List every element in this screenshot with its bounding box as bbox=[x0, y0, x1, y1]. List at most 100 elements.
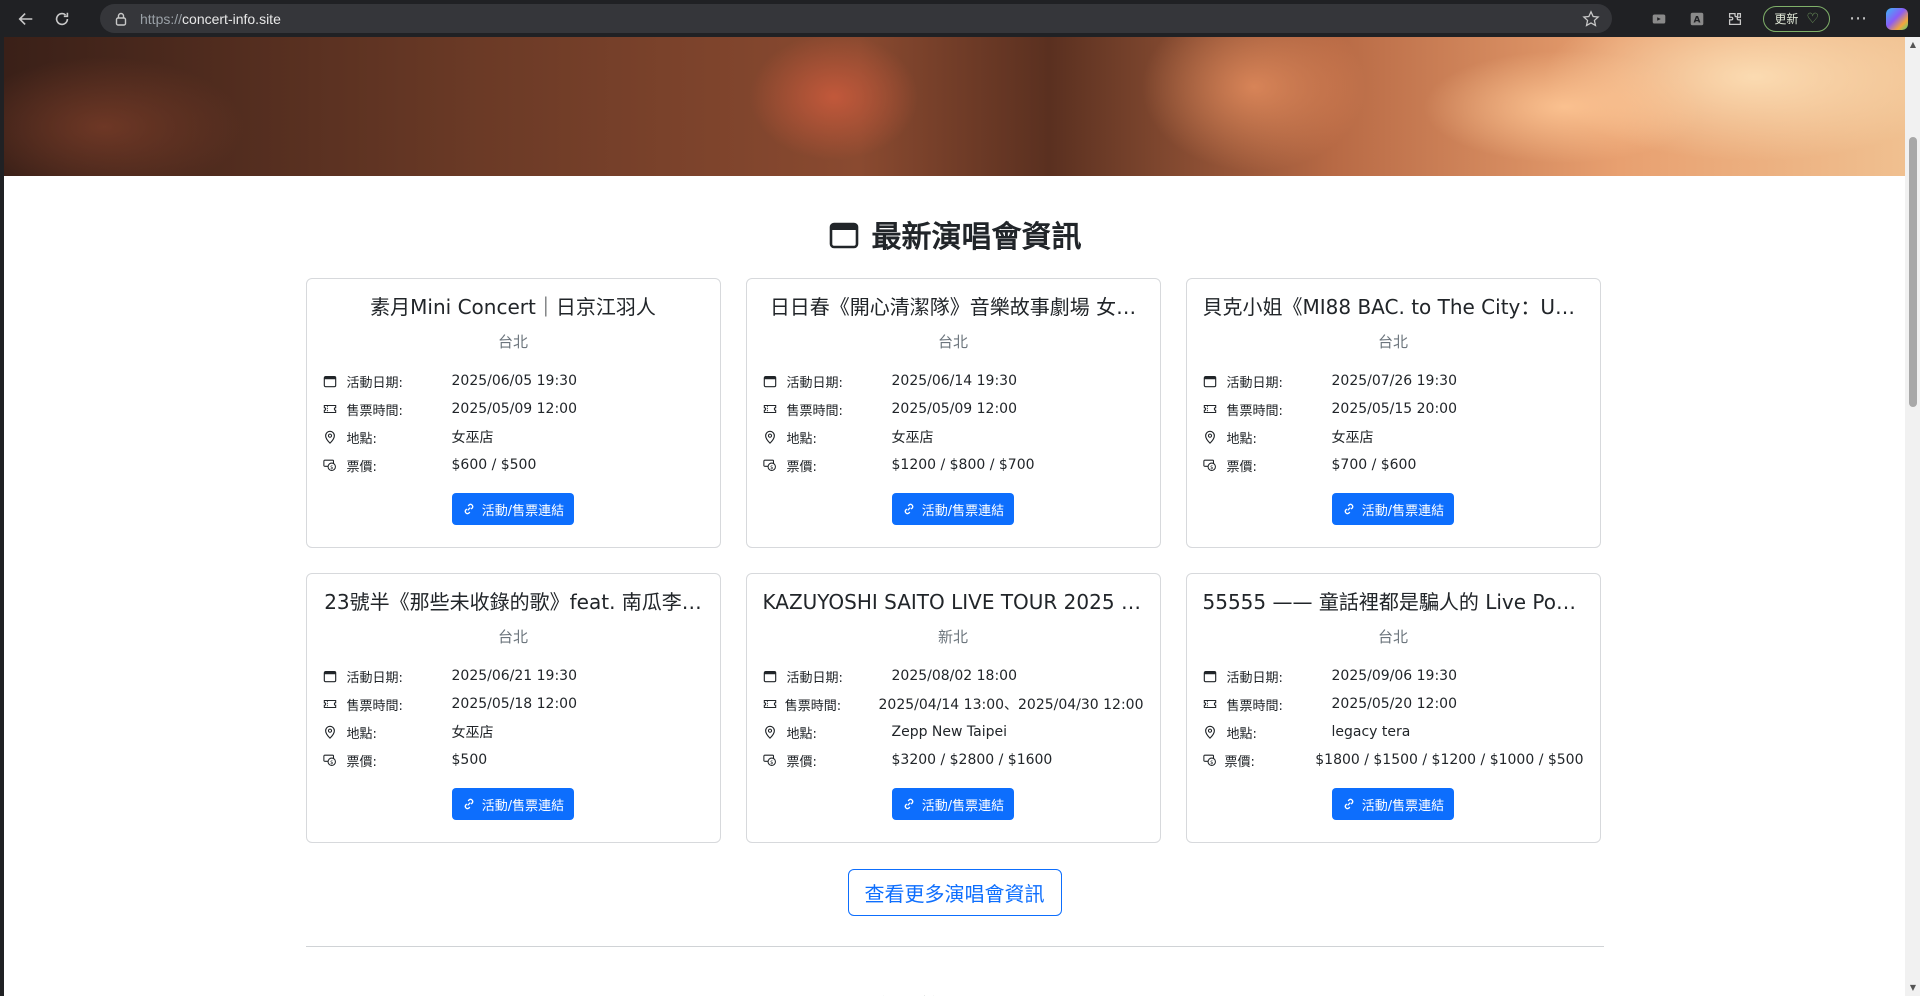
price-value: $700 / $600 bbox=[1331, 457, 1417, 473]
date-value: 2025/09/06 19:30 bbox=[1331, 668, 1458, 684]
price-value: $1200 / $800 / $700 bbox=[891, 457, 1035, 473]
venue-value: Zepp New Taipei bbox=[891, 724, 1008, 740]
scroll-up-icon[interactable]: ▲ bbox=[1909, 41, 1917, 49]
main-container: 最新演唱會資訊 素月Mini Concert｜日京江羽人 台北 活動日期: 20… bbox=[305, 216, 1604, 996]
url-text[interactable]: https://concert-info.site bbox=[140, 11, 281, 27]
ticket-link-button[interactable]: 活動/售票連結 bbox=[451, 493, 575, 525]
calendar-icon bbox=[763, 373, 779, 389]
money-icon: $ bbox=[1202, 457, 1219, 473]
concert-card: 23號半《那些未收錄的歌》feat. 南瓜李… 台北 活動日期: 2025/06… bbox=[305, 573, 721, 843]
price-value: $500 bbox=[451, 752, 488, 768]
ticket-link-button[interactable]: 活動/售票連結 bbox=[891, 493, 1015, 525]
translate-icon[interactable]: A bbox=[1687, 9, 1707, 29]
calendar-icon bbox=[323, 373, 339, 389]
ticket-link-button[interactable]: 活動/售票連結 bbox=[1331, 788, 1455, 820]
ticket-link-label: 活動/售票連結 bbox=[1361, 503, 1445, 519]
date-row: 活動日期: 2025/06/14 19:30 bbox=[763, 367, 1144, 395]
svg-text:$: $ bbox=[330, 760, 333, 766]
media-icon[interactable] bbox=[1649, 9, 1669, 29]
sale-value: 2025/05/18 12:00 bbox=[451, 696, 578, 712]
concert-title[interactable]: 55555 —— 童話裡都是騙人的 Live Pod… bbox=[1203, 588, 1584, 616]
price-label: 票價: bbox=[786, 754, 817, 770]
date-row: 活動日期: 2025/08/02 18:00 bbox=[763, 662, 1144, 690]
venue-value: 女巫店 bbox=[451, 430, 494, 446]
price-row: $ 票價: $500 bbox=[322, 746, 704, 774]
section-divider bbox=[305, 946, 1604, 947]
venue-label: 地點: bbox=[786, 726, 817, 742]
reload-icon[interactable] bbox=[44, 0, 80, 37]
scrollbar[interactable]: ▲ ▼ bbox=[1905, 37, 1920, 996]
ticket-link-button[interactable]: 活動/售票連結 bbox=[451, 788, 575, 820]
sale-label: 售票時間: bbox=[346, 698, 403, 714]
scroll-down-icon[interactable]: ▼ bbox=[1909, 984, 1917, 992]
browser-toolbar: https://concert-info.site A 更新 ♡ ⋯ bbox=[0, 0, 1920, 37]
sale-row: 售票時間: 2025/05/09 12:00 bbox=[763, 395, 1144, 423]
concert-card: 貝克小姐《MI88 BAC. to The City：UN… 台北 活動日期: … bbox=[1185, 278, 1601, 548]
venue-label: 地點: bbox=[1226, 431, 1257, 447]
link-icon bbox=[904, 798, 914, 810]
update-button[interactable]: 更新 ♡ bbox=[1763, 5, 1830, 32]
price-value: $3200 / $2800 / $1600 bbox=[891, 752, 1053, 768]
sale-row: 售票時間: 2025/05/15 20:00 bbox=[1203, 395, 1584, 423]
concert-card: 日日春《開心清潔隊》音樂故事劇場 女… 台北 活動日期: 2025/06/14 … bbox=[745, 278, 1161, 548]
more-menu-icon[interactable]: ⋯ bbox=[1848, 8, 1868, 29]
sale-row: 售票時間: 2025/05/20 12:00 bbox=[1203, 690, 1584, 718]
venue-row: 地點: 女巫店 bbox=[1203, 423, 1584, 451]
bookmark-star-icon[interactable] bbox=[1582, 10, 1600, 28]
sale-label: 售票時間: bbox=[786, 403, 843, 419]
venue-row: 地點: 女巫店 bbox=[763, 423, 1144, 451]
venue-label: 地點: bbox=[346, 431, 377, 447]
sale-label: 售票時間: bbox=[1226, 698, 1283, 714]
svg-text:A: A bbox=[1694, 15, 1701, 25]
concert-card-grid: 素月Mini Concert｜日京江羽人 台北 活動日期: 2025/06/05… bbox=[305, 278, 1604, 843]
concert-title[interactable]: 日日春《開心清潔隊》音樂故事劇場 女… bbox=[763, 293, 1144, 321]
sale-row: 售票時間: 2025/05/09 12:00 bbox=[323, 395, 704, 423]
price-row: $ 票價: $700 / $600 bbox=[1202, 451, 1584, 479]
concert-title[interactable]: 素月Mini Concert｜日京江羽人 bbox=[323, 293, 704, 321]
concert-title[interactable]: 貝克小姐《MI88 BAC. to The City：UN… bbox=[1203, 293, 1584, 321]
scrollbar-thumb[interactable] bbox=[1909, 137, 1917, 407]
venue-value: 女巫店 bbox=[891, 430, 934, 446]
view-more-button[interactable]: 查看更多演唱會資訊 bbox=[847, 869, 1062, 916]
calendar-icon bbox=[829, 222, 858, 249]
copilot-icon[interactable] bbox=[1886, 7, 1908, 30]
venue-row: 地點: legacy tera bbox=[1203, 718, 1584, 746]
date-value: 2025/06/21 19:30 bbox=[451, 668, 578, 684]
concert-city: 台北 bbox=[497, 333, 528, 351]
location-pin-icon bbox=[763, 429, 779, 445]
sale-label: 售票時間: bbox=[784, 698, 842, 714]
ticket-link-button[interactable]: 活動/售票連結 bbox=[1331, 493, 1455, 525]
page-viewport: 最新演唱會資訊 素月Mini Concert｜日京江羽人 台北 活動日期: 20… bbox=[0, 37, 1905, 996]
location-pin-icon bbox=[1203, 429, 1219, 445]
lock-icon[interactable] bbox=[114, 12, 128, 26]
link-icon bbox=[904, 503, 914, 515]
ticket-link-label: 活動/售票連結 bbox=[921, 503, 1005, 519]
venue-row: 地點: 女巫店 bbox=[323, 718, 704, 746]
address-bar[interactable]: https://concert-info.site bbox=[100, 4, 1612, 33]
date-label: 活動日期: bbox=[346, 375, 403, 391]
svg-text:$: $ bbox=[1210, 760, 1213, 766]
location-pin-icon bbox=[763, 724, 779, 740]
venue-label: 地點: bbox=[786, 431, 817, 447]
sale-value: 2025/05/20 12:00 bbox=[1331, 696, 1458, 712]
concert-title[interactable]: 23號半《那些未收錄的歌》feat. 南瓜李… bbox=[323, 588, 704, 616]
money-icon: $ bbox=[762, 752, 779, 768]
money-icon: $ bbox=[322, 457, 339, 473]
date-label: 活動日期: bbox=[346, 670, 403, 686]
svg-text:$: $ bbox=[770, 760, 773, 766]
date-row: 活動日期: 2025/06/21 19:30 bbox=[323, 662, 704, 690]
ticket-icon bbox=[323, 401, 339, 417]
sale-value: 2025/05/09 12:00 bbox=[891, 401, 1018, 417]
calendar-icon bbox=[323, 668, 339, 684]
ticket-link-button[interactable]: 活動/售票連結 bbox=[891, 788, 1015, 820]
ticket-icon bbox=[323, 696, 339, 712]
date-label: 活動日期: bbox=[1226, 670, 1283, 686]
concert-card: 素月Mini Concert｜日京江羽人 台北 活動日期: 2025/06/05… bbox=[305, 278, 721, 548]
extensions-icon[interactable] bbox=[1725, 9, 1745, 29]
concert-city: 台北 bbox=[937, 333, 968, 351]
date-value: 2025/06/14 19:30 bbox=[891, 373, 1018, 389]
location-pin-icon bbox=[323, 429, 339, 445]
venue-row: 地點: 女巫店 bbox=[323, 423, 704, 451]
back-icon[interactable] bbox=[8, 0, 44, 37]
concert-title[interactable]: KAZUYOSHI SAITO LIVE TOUR 2025 “… bbox=[763, 588, 1144, 616]
